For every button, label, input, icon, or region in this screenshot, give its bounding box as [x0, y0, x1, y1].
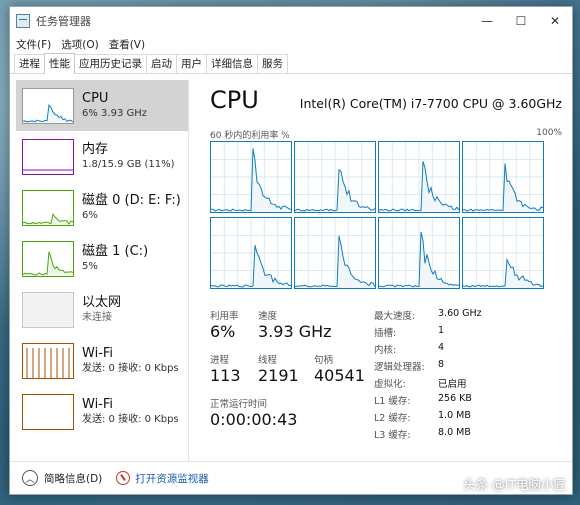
- handles-value: 40541: [314, 366, 365, 385]
- sidebar-item-label: 以太网: [82, 294, 122, 310]
- menu-bar: 文件(F) 选项(O) 查看(V): [10, 35, 572, 53]
- cpu-detail-panel: CPU Intel(R) Core(TM) i7-7700 CPU @ 3.60…: [206, 80, 562, 462]
- utilization-graph-max: 100%: [536, 128, 562, 138]
- logical-processor-graph: [294, 217, 376, 289]
- uptime-value: 0:00:00:43: [210, 410, 298, 429]
- sidebar-item-memory[interactable]: 内存 1.8/15.9 GB (11%): [16, 131, 188, 182]
- spec-label: 虚拟化:: [374, 379, 406, 390]
- menu-view[interactable]: 查看(V): [109, 37, 145, 52]
- logical-processor-graph: [378, 141, 460, 213]
- tab-app-history[interactable]: 应用历史记录: [74, 54, 147, 73]
- tab-startup[interactable]: 启动: [146, 54, 177, 73]
- sidebar-item-label: Wi-Fi: [82, 396, 114, 412]
- spec-label: L2 缓存:: [374, 413, 411, 424]
- maximize-button[interactable]: ☐: [504, 7, 538, 35]
- tab-details[interactable]: 详细信息: [206, 54, 258, 73]
- spec-value: 8: [438, 359, 445, 370]
- spec-value: 1: [438, 325, 445, 336]
- logical-processor-graph: [294, 141, 376, 213]
- speed-label: 速度: [258, 311, 278, 322]
- logical-processor-graph: [378, 217, 460, 289]
- spec-label: 逻辑处理器:: [374, 362, 425, 373]
- tab-bar: 进程 性能 应用历史记录 启动 用户 详细信息 服务: [10, 53, 572, 74]
- tab-performance[interactable]: 性能: [44, 53, 75, 74]
- sidebar-item-detail: 5%: [82, 260, 98, 272]
- spec-value: 4: [438, 342, 445, 353]
- memory-thumbnail-graph: [22, 138, 74, 175]
- window-title: 任务管理器: [36, 15, 91, 28]
- sidebar-item-detail: 6%: [82, 209, 98, 221]
- resource-monitor-icon: [116, 471, 131, 485]
- sidebar-item-label: 内存: [82, 141, 109, 157]
- cpu-specs: 最大速度: 3.60 GHz 插槽: 1 内核: 4 逻辑处理器: 8 虚拟化: 已启用 L1 缓存…: [374, 308, 554, 448]
- processes-label: 进程: [210, 355, 230, 366]
- tab-processes[interactable]: 进程: [14, 54, 45, 73]
- sidebar-item-label: Wi-Fi: [82, 345, 114, 361]
- wifi1-thumbnail-graph: [22, 342, 74, 379]
- tab-users[interactable]: 用户: [176, 54, 207, 73]
- sidebar-item-detail: 6% 3.93 GHz: [82, 107, 148, 119]
- handles-label: 句柄: [314, 355, 334, 366]
- sidebar-item-detail: 发送: 0 接收: 0 Kbps: [82, 413, 179, 425]
- utilization-label: 利用率: [210, 311, 239, 322]
- close-button[interactable]: ✕: [538, 7, 572, 35]
- cpu-model-name: Intel(R) Core(TM) i7-7700 CPU @ 3.60GHz: [299, 96, 562, 111]
- title-bar[interactable]: 任务管理器 — ☐ ✕: [10, 7, 572, 35]
- disk0-thumbnail-graph: [22, 189, 74, 226]
- sidebar-item-detail: 发送: 0 接收: 0 Kbps: [82, 362, 179, 374]
- threads-label: 线程: [258, 355, 278, 366]
- logical-processor-graph: [462, 217, 544, 289]
- logical-processor-graph: [462, 141, 544, 213]
- task-manager-window: 任务管理器 — ☐ ✕ 文件(F) 选项(O) 查看(V) 进程 性能 应用历史…: [9, 6, 573, 495]
- spec-value: 已启用: [438, 379, 467, 390]
- chevron-up-icon[interactable]: ︿: [22, 470, 38, 486]
- logical-processor-graph: [210, 141, 292, 213]
- sidebar-item-label: 磁盘 0 (D: E: F:): [82, 192, 181, 208]
- sidebar-item-wifi-2[interactable]: Wi-Fi 发送: 0 接收: 0 Kbps: [16, 386, 188, 437]
- performance-content: CPU 6% 3.93 GHz 内存 1.8/15.9 GB (11%) 磁盘 0 …: [10, 74, 572, 462]
- spec-label: L3 缓存:: [374, 430, 411, 441]
- resource-sidebar: CPU 6% 3.93 GHz 内存 1.8/15.9 GB (11%) 磁盘 0 …: [16, 80, 189, 462]
- minimize-button[interactable]: —: [470, 7, 504, 35]
- spec-value: 3.60 GHz: [438, 308, 482, 319]
- cpu-thumbnail-graph: [22, 87, 74, 124]
- fewer-details-button[interactable]: 简略信息(D): [44, 471, 102, 486]
- sidebar-item-label: 磁盘 1 (C:): [82, 243, 149, 259]
- menu-file[interactable]: 文件(F): [16, 37, 51, 52]
- window-controls: — ☐ ✕: [470, 7, 572, 35]
- tab-services[interactable]: 服务: [257, 54, 288, 73]
- sidebar-item-disk-0[interactable]: 磁盘 0 (D: E: F:) 6%: [16, 182, 188, 233]
- sidebar-item-disk-1[interactable]: 磁盘 1 (C:) 5%: [16, 233, 188, 284]
- watermark: 头条 @IT电脑小匠: [463, 477, 566, 492]
- ethernet-thumbnail-graph: [22, 291, 74, 328]
- logical-processor-graphs[interactable]: [210, 141, 546, 289]
- threads-value: 2191: [258, 366, 299, 385]
- sidebar-item-cpu[interactable]: CPU 6% 3.93 GHz: [16, 80, 188, 131]
- sidebar-item-ethernet[interactable]: 以太网 未连接: [16, 284, 188, 335]
- menu-options[interactable]: 选项(O): [61, 37, 98, 52]
- sidebar-item-detail: 未连接: [82, 311, 112, 323]
- utilization-graph-label: 60 秒内的利用率 %: [210, 131, 290, 141]
- spec-label: 最大速度:: [374, 311, 416, 322]
- wifi2-thumbnail-graph: [22, 393, 74, 430]
- spec-label: 内核:: [374, 345, 397, 356]
- open-resource-monitor-link[interactable]: 打开资源监视器: [135, 471, 209, 486]
- page-title: CPU: [210, 86, 259, 114]
- logical-processor-graph: [210, 217, 292, 289]
- spec-label: L1 缓存:: [374, 396, 411, 407]
- disk1-thumbnail-graph: [22, 240, 74, 277]
- utilization-value: 6%: [210, 322, 236, 341]
- spec-label: 插槽:: [374, 328, 397, 339]
- spec-value: 1.0 MB: [438, 410, 471, 421]
- sidebar-item-detail: 1.8/15.9 GB (11%): [82, 158, 175, 170]
- processes-value: 113: [210, 366, 241, 385]
- task-manager-icon: [16, 14, 30, 28]
- spec-value: 256 KB: [438, 393, 472, 404]
- sidebar-item-wifi-1[interactable]: Wi-Fi 发送: 0 接收: 0 Kbps: [16, 335, 188, 386]
- speed-value: 3.93 GHz: [258, 322, 332, 341]
- uptime-label: 正常运行时间: [210, 399, 268, 410]
- sidebar-item-label: CPU: [82, 90, 109, 106]
- spec-value: 8.0 MB: [438, 427, 471, 438]
